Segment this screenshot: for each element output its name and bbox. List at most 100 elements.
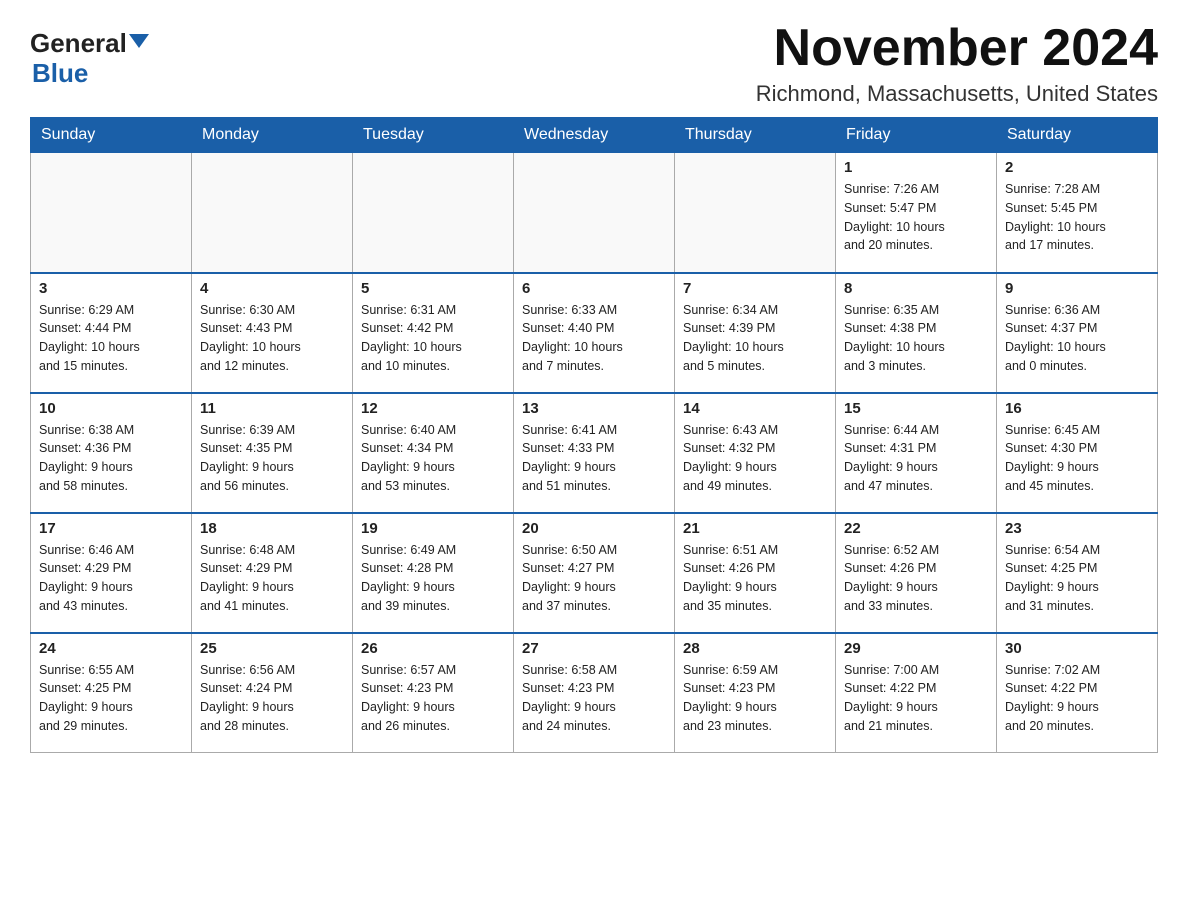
weekday-header-sunday: Sunday xyxy=(31,118,192,153)
calendar-cell: 2 Sunrise: 7:28 AM Sunset: 5:45 PM Daylig… xyxy=(997,153,1158,273)
day-number: 18 xyxy=(200,520,344,537)
logo-triangle-icon xyxy=(129,34,149,48)
day-number: 23 xyxy=(1005,520,1149,537)
calendar-cell: 7 Sunrise: 6:34 AM Sunset: 4:39 PM Daylig… xyxy=(675,273,836,393)
location-title: Richmond, Massachusetts, United States xyxy=(756,81,1158,107)
day-info: Sunrise: 6:31 AM Sunset: 4:42 PM Dayligh… xyxy=(361,301,505,376)
calendar-cell: 14 Sunrise: 6:43 AM Sunset: 4:32 PM Dayli… xyxy=(675,393,836,513)
day-info: Sunrise: 6:54 AM Sunset: 4:25 PM Dayligh… xyxy=(1005,541,1149,616)
calendar-cell: 28 Sunrise: 6:59 AM Sunset: 4:23 PM Dayli… xyxy=(675,633,836,753)
day-info: Sunrise: 6:43 AM Sunset: 4:32 PM Dayligh… xyxy=(683,421,827,496)
calendar-week-row: 3 Sunrise: 6:29 AM Sunset: 4:44 PM Daylig… xyxy=(31,273,1158,393)
day-number: 28 xyxy=(683,640,827,657)
day-info: Sunrise: 6:49 AM Sunset: 4:28 PM Dayligh… xyxy=(361,541,505,616)
day-number: 4 xyxy=(200,280,344,297)
day-info: Sunrise: 6:41 AM Sunset: 4:33 PM Dayligh… xyxy=(522,421,666,496)
weekday-header-monday: Monday xyxy=(192,118,353,153)
day-number: 24 xyxy=(39,640,183,657)
day-info: Sunrise: 6:58 AM Sunset: 4:23 PM Dayligh… xyxy=(522,661,666,736)
day-number: 27 xyxy=(522,640,666,657)
day-info: Sunrise: 6:39 AM Sunset: 4:35 PM Dayligh… xyxy=(200,421,344,496)
calendar-cell xyxy=(31,153,192,273)
calendar-cell: 6 Sunrise: 6:33 AM Sunset: 4:40 PM Daylig… xyxy=(514,273,675,393)
day-number: 7 xyxy=(683,280,827,297)
calendar-cell: 19Sunrise: 6:49 AM Sunset: 4:28 PM Dayli… xyxy=(353,513,514,633)
day-number: 25 xyxy=(200,640,344,657)
calendar-cell: 26Sunrise: 6:57 AM Sunset: 4:23 PM Dayli… xyxy=(353,633,514,753)
day-info: Sunrise: 7:26 AM Sunset: 5:47 PM Dayligh… xyxy=(844,180,988,255)
day-number: 3 xyxy=(39,280,183,297)
day-info: Sunrise: 6:52 AM Sunset: 4:26 PM Dayligh… xyxy=(844,541,988,616)
day-number: 12 xyxy=(361,400,505,417)
calendar-cell: 4 Sunrise: 6:30 AM Sunset: 4:43 PM Daylig… xyxy=(192,273,353,393)
day-number: 2 xyxy=(1005,159,1149,176)
month-title: November 2024 xyxy=(756,20,1158,77)
day-number: 26 xyxy=(361,640,505,657)
title-area: November 2024 Richmond, Massachusetts, U… xyxy=(756,20,1158,107)
day-number: 15 xyxy=(844,400,988,417)
day-number: 1 xyxy=(844,159,988,176)
day-info: Sunrise: 6:50 AM Sunset: 4:27 PM Dayligh… xyxy=(522,541,666,616)
day-number: 9 xyxy=(1005,280,1149,297)
day-info: Sunrise: 6:36 AM Sunset: 4:37 PM Dayligh… xyxy=(1005,301,1149,376)
day-info: Sunrise: 6:55 AM Sunset: 4:25 PM Dayligh… xyxy=(39,661,183,736)
calendar-cell: 13 Sunrise: 6:41 AM Sunset: 4:33 PM Dayli… xyxy=(514,393,675,513)
weekday-header-saturday: Saturday xyxy=(997,118,1158,153)
day-number: 13 xyxy=(522,400,666,417)
calendar-cell xyxy=(675,153,836,273)
day-number: 5 xyxy=(361,280,505,297)
calendar-cell: 17 Sunrise: 6:46 AM Sunset: 4:29 PM Dayli… xyxy=(31,513,192,633)
day-number: 10 xyxy=(39,400,183,417)
calendar-cell: 3 Sunrise: 6:29 AM Sunset: 4:44 PM Daylig… xyxy=(31,273,192,393)
day-info: Sunrise: 6:34 AM Sunset: 4:39 PM Dayligh… xyxy=(683,301,827,376)
day-number: 6 xyxy=(522,280,666,297)
day-info: Sunrise: 6:48 AM Sunset: 4:29 PM Dayligh… xyxy=(200,541,344,616)
calendar-week-row: 17 Sunrise: 6:46 AM Sunset: 4:29 PM Dayli… xyxy=(31,513,1158,633)
day-info: Sunrise: 6:33 AM Sunset: 4:40 PM Dayligh… xyxy=(522,301,666,376)
calendar-week-row: 10Sunrise: 6:38 AM Sunset: 4:36 PM Dayli… xyxy=(31,393,1158,513)
calendar-cell: 24 Sunrise: 6:55 AM Sunset: 4:25 PM Dayli… xyxy=(31,633,192,753)
calendar-cell: 5 Sunrise: 6:31 AM Sunset: 4:42 PM Daylig… xyxy=(353,273,514,393)
header: General Blue November 2024 Richmond, Mas… xyxy=(30,20,1158,107)
day-number: 8 xyxy=(844,280,988,297)
calendar-cell: 22 Sunrise: 6:52 AM Sunset: 4:26 PM Dayli… xyxy=(836,513,997,633)
calendar-cell xyxy=(353,153,514,273)
calendar-cell: 21 Sunrise: 6:51 AM Sunset: 4:26 PM Dayli… xyxy=(675,513,836,633)
calendar-cell: 29Sunrise: 7:00 AM Sunset: 4:22 PM Dayli… xyxy=(836,633,997,753)
day-number: 20 xyxy=(522,520,666,537)
day-info: Sunrise: 6:35 AM Sunset: 4:38 PM Dayligh… xyxy=(844,301,988,376)
calendar-cell: 30Sunrise: 7:02 AM Sunset: 4:22 PM Dayli… xyxy=(997,633,1158,753)
calendar-cell xyxy=(192,153,353,273)
logo-blue: Blue xyxy=(32,58,88,89)
day-number: 22 xyxy=(844,520,988,537)
calendar-cell: 25 Sunrise: 6:56 AM Sunset: 4:24 PM Dayli… xyxy=(192,633,353,753)
calendar-cell: 11Sunrise: 6:39 AM Sunset: 4:35 PM Dayli… xyxy=(192,393,353,513)
logo: General Blue xyxy=(30,30,149,89)
day-number: 16 xyxy=(1005,400,1149,417)
calendar-cell: 9 Sunrise: 6:36 AM Sunset: 4:37 PM Daylig… xyxy=(997,273,1158,393)
day-info: Sunrise: 7:00 AM Sunset: 4:22 PM Dayligh… xyxy=(844,661,988,736)
calendar-week-row: 1 Sunrise: 7:26 AM Sunset: 5:47 PM Daylig… xyxy=(31,153,1158,273)
calendar-cell: 8 Sunrise: 6:35 AM Sunset: 4:38 PM Daylig… xyxy=(836,273,997,393)
calendar-cell: 16Sunrise: 6:45 AM Sunset: 4:30 PM Dayli… xyxy=(997,393,1158,513)
day-info: Sunrise: 6:29 AM Sunset: 4:44 PM Dayligh… xyxy=(39,301,183,376)
day-number: 17 xyxy=(39,520,183,537)
weekday-header-tuesday: Tuesday xyxy=(353,118,514,153)
calendar-cell: 1 Sunrise: 7:26 AM Sunset: 5:47 PM Daylig… xyxy=(836,153,997,273)
calendar-week-row: 24 Sunrise: 6:55 AM Sunset: 4:25 PM Dayli… xyxy=(31,633,1158,753)
day-info: Sunrise: 6:40 AM Sunset: 4:34 PM Dayligh… xyxy=(361,421,505,496)
day-info: Sunrise: 6:46 AM Sunset: 4:29 PM Dayligh… xyxy=(39,541,183,616)
day-info: Sunrise: 6:30 AM Sunset: 4:43 PM Dayligh… xyxy=(200,301,344,376)
day-info: Sunrise: 6:51 AM Sunset: 4:26 PM Dayligh… xyxy=(683,541,827,616)
calendar: SundayMondayTuesdayWednesdayThursdayFrid… xyxy=(30,117,1158,753)
weekday-header-wednesday: Wednesday xyxy=(514,118,675,153)
day-info: Sunrise: 6:56 AM Sunset: 4:24 PM Dayligh… xyxy=(200,661,344,736)
day-info: Sunrise: 6:59 AM Sunset: 4:23 PM Dayligh… xyxy=(683,661,827,736)
day-info: Sunrise: 7:28 AM Sunset: 5:45 PM Dayligh… xyxy=(1005,180,1149,255)
day-number: 21 xyxy=(683,520,827,537)
day-number: 30 xyxy=(1005,640,1149,657)
day-number: 14 xyxy=(683,400,827,417)
calendar-cell: 15Sunrise: 6:44 AM Sunset: 4:31 PM Dayli… xyxy=(836,393,997,513)
calendar-cell xyxy=(514,153,675,273)
logo-general: General xyxy=(30,30,127,56)
